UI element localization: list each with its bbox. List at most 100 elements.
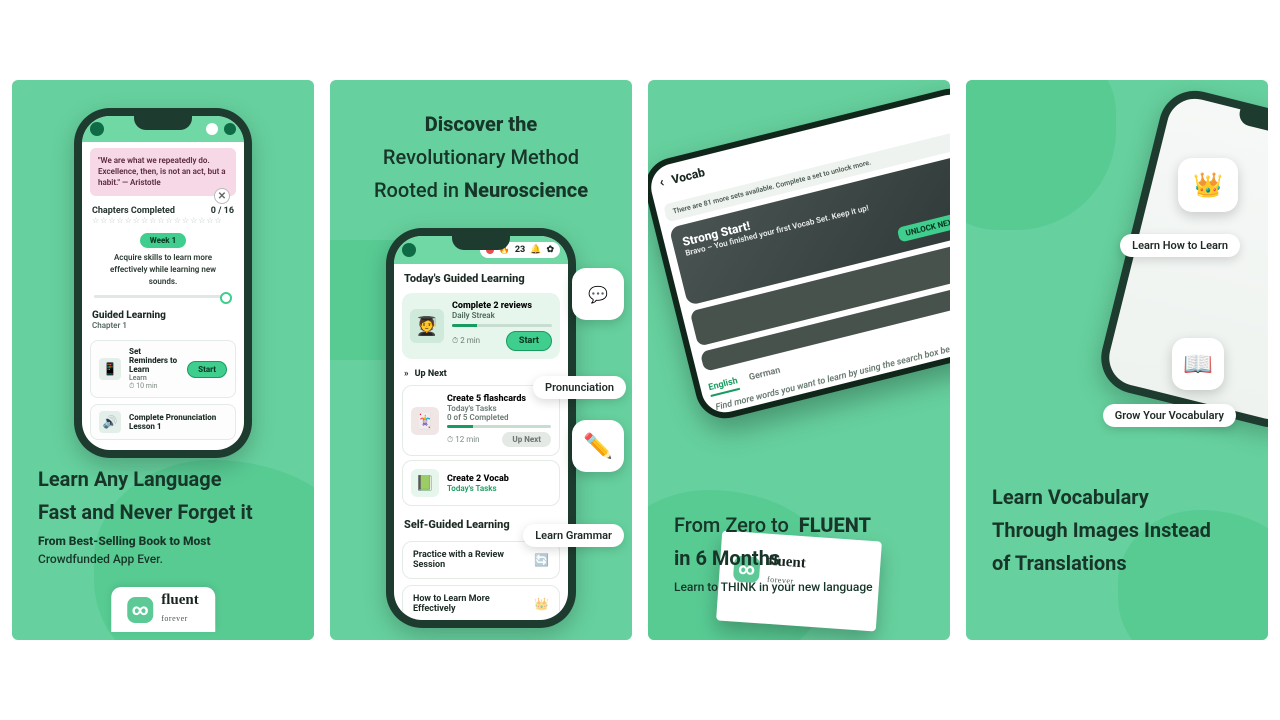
up-next-button[interactable]: Up Next: [502, 432, 551, 447]
task-meta: ⏱ 12 min: [447, 435, 480, 445]
headline-line: Revolutionary Method: [350, 145, 612, 170]
panel-2: Discover the Revolutionary Method Rooted…: [330, 80, 632, 640]
lesson-title: Complete Pronunciation Lesson 1: [129, 413, 227, 431]
lesson-title: Set Reminders to Learn: [129, 347, 179, 374]
callout-grow-vocab: Grow Your Vocabulary: [1103, 404, 1236, 427]
panel-1: "We are what we repeatedly do. Excellenc…: [12, 80, 314, 640]
tab-english[interactable]: English: [708, 376, 740, 397]
headline-line: in 6 Months: [674, 546, 924, 571]
task-progress: [452, 324, 552, 327]
blob-decoration: [966, 80, 1116, 230]
back-icon[interactable]: ‹: [658, 174, 666, 191]
lesson-sub: Learn: [129, 374, 179, 382]
task-title: Create 2 Vocab: [447, 474, 551, 484]
task-sub: Today's Tasks: [447, 484, 551, 493]
task-illustration-icon: 🃏: [411, 407, 439, 435]
unlock-button[interactable]: UNLOCK NEXT SET: [896, 208, 950, 243]
task-card[interactable]: 📗 Create 2 Vocab Today's Tasks: [402, 460, 560, 506]
speech-bubble-icon: 💬: [572, 268, 624, 320]
task-title: Complete 2 reviews: [452, 301, 552, 311]
task-progress-text: 0 of 5 Completed: [447, 413, 551, 422]
headline-word: Discover the: [425, 112, 537, 136]
tab-german[interactable]: German: [748, 366, 782, 387]
bell-icon: 🔔: [530, 245, 541, 255]
section-title: Guided Learning: [82, 304, 244, 321]
brand-chip: ∞ fluent forever: [111, 587, 215, 632]
task-card[interactable]: 🧑‍🎓 Complete 2 reviews Daily Streak ⏱ 2 …: [402, 293, 560, 359]
brand-sub: forever: [161, 614, 188, 623]
callout-grammar: Learn Grammar: [523, 524, 624, 547]
chapters-row: Chapters Completed 0 / 16: [82, 206, 244, 216]
phone-mockup: ‹ Vocab There are 81 more sets available…: [648, 82, 950, 424]
sub-line: Learn to THINK in your new language: [674, 579, 924, 596]
brand-name: fluent: [161, 593, 199, 608]
book-icon: 📖: [1172, 338, 1224, 390]
task-meta: ⏱ 2 min: [452, 336, 480, 346]
headline-line: Learn Any Language: [38, 467, 288, 492]
phone-screen: ‹ Vocab There are 81 more sets available…: [648, 90, 950, 417]
gear-icon: ✿: [546, 245, 554, 255]
panel-headline: Discover the Revolutionary Method Rooted…: [350, 112, 612, 211]
week-slider[interactable]: [94, 295, 232, 298]
close-icon[interactable]: ✕: [214, 188, 230, 204]
panel-3: 👤 Practice What You Learn ‹ Vocab There …: [648, 80, 950, 640]
week-pill[interactable]: Week 1: [140, 233, 186, 248]
start-button[interactable]: Start: [506, 331, 552, 351]
sub-line: Crowdfunded App Ever.: [38, 551, 288, 568]
crown-icon: 👑: [534, 597, 549, 611]
section-subtitle: Chapter 1: [82, 321, 244, 334]
phone-notch: [452, 234, 510, 250]
panel-headline: Learn Any Language Fast and Never Forget…: [38, 467, 288, 568]
task-sub: Today's Tasks: [447, 404, 551, 413]
phone-notch: [134, 114, 192, 130]
chapters-label: Chapters Completed: [92, 206, 175, 216]
start-button[interactable]: Start: [187, 361, 227, 378]
quote-card: "We are what we repeatedly do. Excellenc…: [90, 148, 236, 196]
review-icon: 🔄: [534, 553, 549, 567]
headline-line: Learn Vocabulary: [992, 485, 1242, 510]
app-store-screens: "We are what we repeatedly do. Excellenc…: [0, 80, 1280, 640]
lesson-meta: ⏱ 10 min: [129, 382, 179, 391]
task-progress: [447, 425, 551, 428]
headline-line: of Translations: [992, 551, 1242, 576]
chapter-stars: ☆☆☆☆☆☆☆☆☆☆☆☆☆☆☆☆: [82, 216, 244, 225]
phone-screen: "We are what we repeatedly do. Excellenc…: [82, 116, 244, 450]
screen-title: Vocab: [670, 165, 706, 187]
link-label: How to Learn More Effectively: [413, 594, 534, 614]
week-description: Acquire skills to learn more effectively…: [82, 252, 244, 287]
task-illustration-icon: 🧑‍🎓: [410, 309, 444, 343]
streak-count: 23: [515, 245, 525, 255]
up-next-label: Up Next: [415, 369, 447, 379]
chevron-down-icon: »: [404, 369, 409, 379]
chapters-value: 0 / 16: [211, 206, 234, 216]
callout-pronunciation: Pronunciation: [533, 376, 626, 399]
lesson-card[interactable]: 📱 Set Reminders to Learn Learn ⏱ 10 min …: [90, 340, 236, 398]
pencil-cup-icon: ✏️: [572, 420, 624, 472]
panel-headline: From Zero to FLUENT in 6 Months Learn to…: [674, 513, 924, 596]
crown-icon: 👑: [1178, 158, 1238, 212]
phone-tilt-wrap: ‹ Vocab There are 81 more sets available…: [648, 82, 950, 424]
avatar-icon[interactable]: [90, 122, 104, 136]
lesson-thumb-icon: 🔊: [99, 411, 121, 433]
panel-4: 👑 Learn How to Learn 📖 Grow Your Vocabul…: [966, 80, 1268, 640]
avatar-icon[interactable]: [402, 243, 416, 257]
lesson-card[interactable]: 🔊 Complete Pronunciation Lesson 1: [90, 404, 236, 440]
quote-text: "We are what we repeatedly do. Excellenc…: [98, 156, 226, 187]
phone-screen: 🔥 23 🔔 ✿ Today's Guided Learning 🧑‍🎓 Com…: [394, 236, 568, 620]
lesson-thumb-icon: 📱: [99, 358, 121, 380]
callout-learn-how: Learn How to Learn: [1120, 234, 1240, 257]
today-section: Today's Guided Learning: [394, 264, 568, 289]
headline-line: Fast and Never Forget it: [38, 500, 288, 525]
link-row[interactable]: How to Learn More Effectively 👑: [402, 585, 560, 620]
phone-mockup: 🔥 23 🔔 ✿ Today's Guided Learning 🧑‍🎓 Com…: [386, 228, 576, 628]
brand-logo-icon: ∞: [127, 597, 153, 623]
notification-icon[interactable]: [206, 123, 218, 135]
settings-icon[interactable]: [224, 123, 236, 135]
headline-line: Through Images Instead: [992, 518, 1242, 543]
task-illustration-icon: 📗: [411, 469, 439, 497]
phone-mockup: "We are what we repeatedly do. Excellenc…: [74, 108, 252, 458]
sub-line: From Best-Selling Book to Most: [38, 534, 211, 548]
link-label: Practice with a Review Session: [413, 550, 534, 570]
panel-headline: Learn Vocabulary Through Images Instead …: [992, 485, 1242, 584]
task-sub: Daily Streak: [452, 311, 552, 320]
